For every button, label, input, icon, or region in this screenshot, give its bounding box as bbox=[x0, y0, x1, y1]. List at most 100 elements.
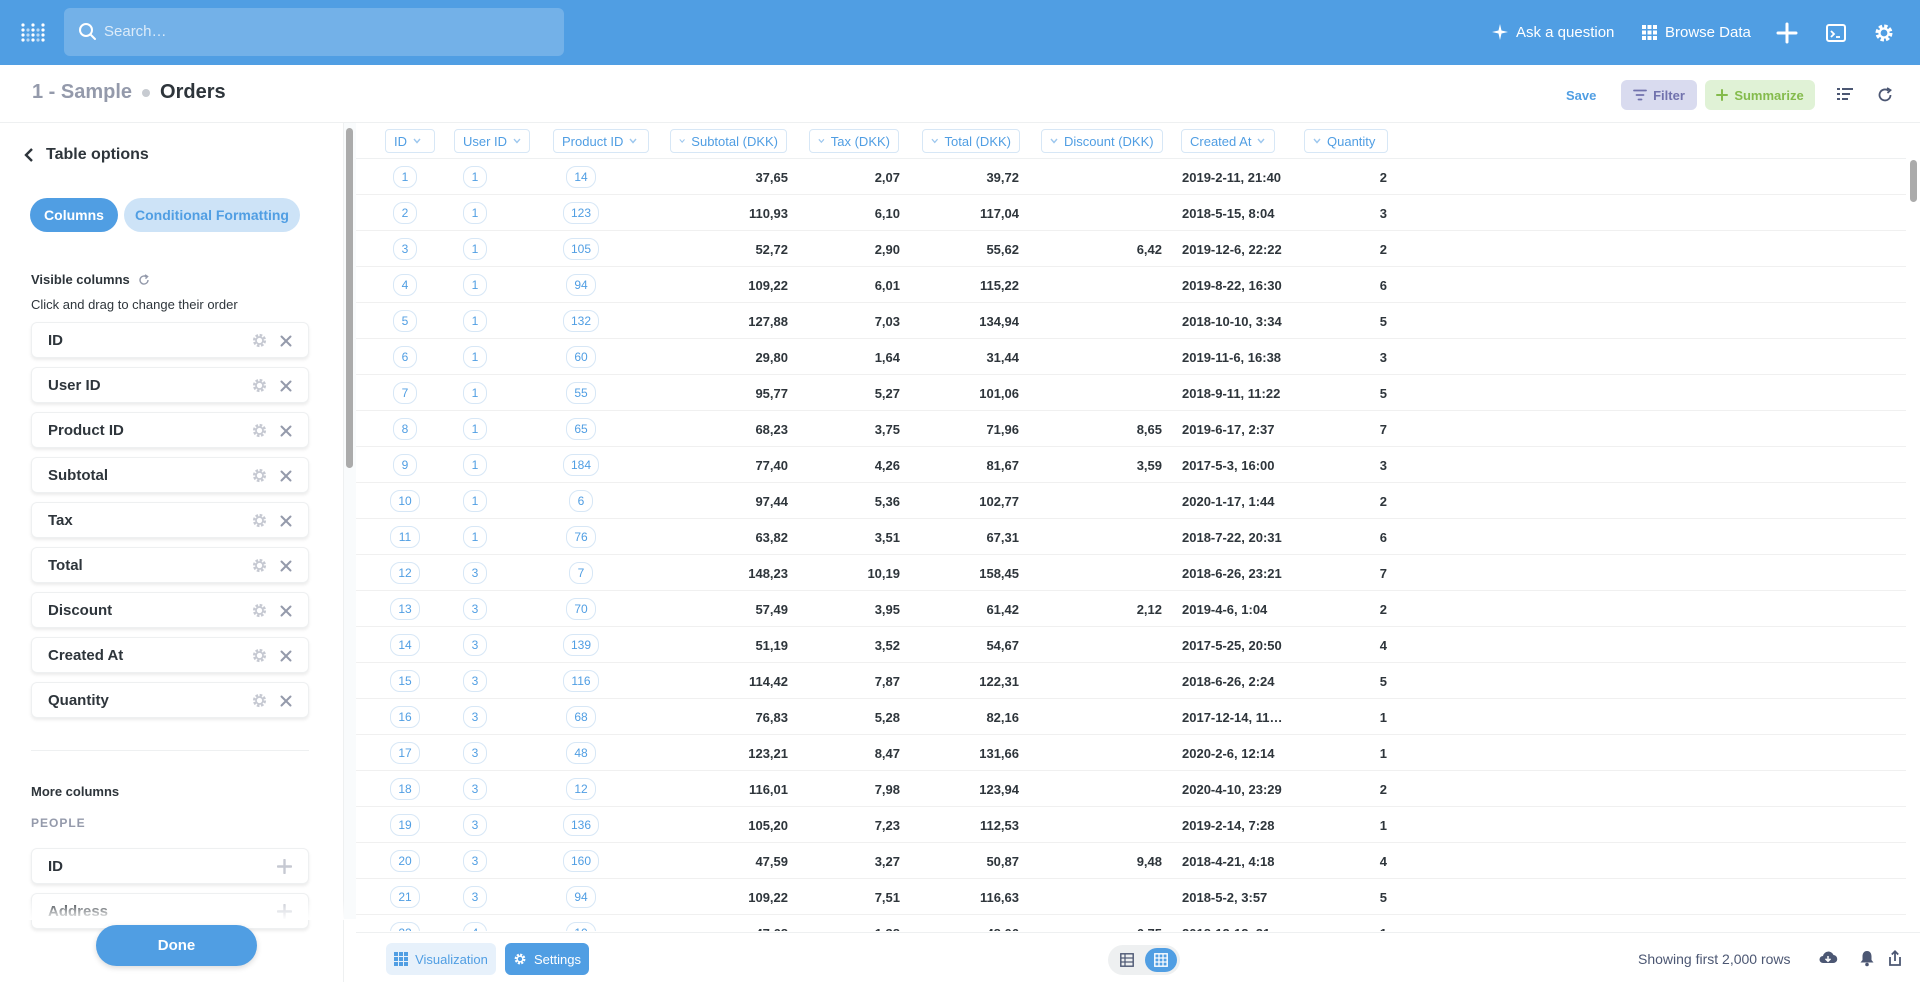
table-cell[interactable]: 12 bbox=[566, 771, 596, 807]
table-cell[interactable]: 50,87 bbox=[899, 843, 1019, 879]
fk-badge[interactable]: 1 bbox=[393, 166, 417, 188]
table-cell[interactable]: 3 bbox=[1267, 447, 1387, 483]
column-settings-button[interactable] bbox=[251, 422, 268, 444]
column-header[interactable]: User ID bbox=[454, 129, 530, 153]
fk-badge[interactable]: 160 bbox=[563, 850, 599, 872]
column-settings-button[interactable] bbox=[251, 332, 268, 354]
table-cell[interactable]: 3 bbox=[463, 699, 487, 735]
table-cell[interactable]: 105 bbox=[563, 231, 599, 267]
table-row[interactable]: 21 3 94 109,22 7,51 116,63 2018-5-2, 3:57 5 bbox=[356, 879, 1920, 915]
fk-badge[interactable]: 55 bbox=[566, 382, 596, 404]
fk-badge[interactable]: 3 bbox=[463, 562, 487, 584]
table-scrollbar-thumb[interactable] bbox=[1910, 160, 1917, 202]
refresh-icon[interactable] bbox=[1877, 87, 1893, 103]
fk-badge[interactable]: 7 bbox=[569, 562, 593, 584]
table-cell[interactable]: 48 bbox=[566, 735, 596, 771]
visible-column-item[interactable]: Product ID bbox=[31, 412, 309, 448]
table-cell[interactable]: 7,87 bbox=[780, 663, 900, 699]
fk-badge[interactable]: 7 bbox=[393, 382, 417, 404]
table-cell[interactable]: 110,93 bbox=[668, 195, 788, 231]
sql-editor-icon[interactable] bbox=[1825, 22, 1847, 44]
table-cell[interactable]: 68 bbox=[566, 699, 596, 735]
table-cell[interactable]: 122,31 bbox=[899, 663, 1019, 699]
table-cell[interactable]: 1 bbox=[1267, 915, 1387, 932]
table-cell[interactable]: 3 bbox=[463, 879, 487, 915]
visible-column-item[interactable]: Created At bbox=[31, 637, 309, 673]
tab-columns[interactable]: Columns bbox=[30, 198, 118, 232]
table-cell[interactable]: 52,72 bbox=[668, 231, 788, 267]
table-cell[interactable]: 3 bbox=[463, 555, 487, 591]
fk-badge[interactable]: 184 bbox=[563, 454, 599, 476]
fk-badge[interactable]: 1 bbox=[463, 490, 487, 512]
table-cell[interactable]: 5 bbox=[393, 303, 417, 339]
fk-badge[interactable]: 68 bbox=[566, 706, 596, 728]
table-cell[interactable]: 47,59 bbox=[668, 843, 788, 879]
table-cell[interactable] bbox=[1042, 483, 1162, 519]
table-cell[interactable]: 1 bbox=[463, 447, 487, 483]
table-cell[interactable]: 4,26 bbox=[780, 447, 900, 483]
remove-column-button[interactable] bbox=[280, 694, 292, 712]
fk-badge[interactable]: 3 bbox=[463, 814, 487, 836]
table-cell[interactable]: 3 bbox=[393, 231, 417, 267]
table-cell[interactable]: 10 bbox=[390, 483, 420, 519]
table-cell[interactable]: 116,01 bbox=[668, 771, 788, 807]
add-column-button[interactable] bbox=[276, 858, 293, 879]
table-cell[interactable]: 63,82 bbox=[668, 519, 788, 555]
fk-badge[interactable]: 136 bbox=[563, 814, 599, 836]
table-cell[interactable]: 76 bbox=[566, 519, 596, 555]
fk-badge[interactable]: 6 bbox=[569, 490, 593, 512]
table-cell[interactable]: 3 bbox=[463, 663, 487, 699]
visible-column-item[interactable]: Total bbox=[31, 547, 309, 583]
fk-badge[interactable]: 3 bbox=[463, 778, 487, 800]
table-cell[interactable]: 7,23 bbox=[780, 807, 900, 843]
table-row[interactable]: 10 1 6 97,44 5,36 102,77 2020-1-17, 1:44 2 bbox=[356, 483, 1920, 519]
table-cell[interactable]: 6 bbox=[393, 339, 417, 375]
table-cell[interactable]: 1 bbox=[1267, 699, 1387, 735]
table-cell[interactable]: 6,10 bbox=[780, 195, 900, 231]
table-cell[interactable]: 1 bbox=[463, 231, 487, 267]
fk-badge[interactable]: 3 bbox=[463, 706, 487, 728]
notebook-icon[interactable] bbox=[1837, 87, 1853, 101]
table-cell[interactable]: 1 bbox=[463, 303, 487, 339]
table-cell[interactable]: 3,51 bbox=[780, 519, 900, 555]
fk-badge[interactable]: 22 bbox=[390, 922, 420, 931]
table-cell[interactable]: 7 bbox=[569, 555, 593, 591]
column-settings-button[interactable] bbox=[251, 467, 268, 489]
table-cell[interactable]: 2 bbox=[1267, 231, 1387, 267]
save-button[interactable]: Save bbox=[1566, 80, 1596, 110]
table-cell[interactable]: 51,19 bbox=[668, 627, 788, 663]
table-cell[interactable]: 3 bbox=[1267, 195, 1387, 231]
table-cell[interactable]: 8,65 bbox=[1042, 411, 1162, 447]
table-cell[interactable]: 81,67 bbox=[899, 447, 1019, 483]
table-cell[interactable] bbox=[1042, 627, 1162, 663]
table-cell[interactable]: 2,90 bbox=[780, 231, 900, 267]
table-cell[interactable]: 9,48 bbox=[1042, 843, 1162, 879]
table-cell[interactable]: 5 bbox=[1267, 303, 1387, 339]
table-cell[interactable]: 6 bbox=[569, 483, 593, 519]
remove-column-button[interactable] bbox=[280, 604, 292, 622]
table-cell[interactable]: 31,44 bbox=[899, 339, 1019, 375]
table-cell[interactable] bbox=[1042, 699, 1162, 735]
table-cell[interactable]: 2 bbox=[1267, 483, 1387, 519]
table-row[interactable]: 12 3 7 148,23 10,19 158,45 2018-6-26, 23:21 7 bbox=[356, 555, 1920, 591]
fk-badge[interactable]: 132 bbox=[563, 310, 599, 332]
table-view-toggle[interactable] bbox=[1112, 948, 1142, 972]
table-row[interactable]: 8 1 65 68,23 3,75 71,96 8,65 2019-6-17, 2:37 7 bbox=[356, 411, 1920, 447]
fk-badge[interactable]: 94 bbox=[566, 886, 596, 908]
table-scrollbar[interactable] bbox=[1906, 156, 1920, 932]
table-cell[interactable]: 1 bbox=[463, 519, 487, 555]
table-cell[interactable]: 12 bbox=[390, 555, 420, 591]
table-cell[interactable]: 131,66 bbox=[899, 735, 1019, 771]
table-cell[interactable]: 37,65 bbox=[668, 159, 788, 195]
fk-badge[interactable]: 2 bbox=[393, 202, 417, 224]
table-cell[interactable]: 4 bbox=[393, 267, 417, 303]
remove-column-button[interactable] bbox=[280, 514, 292, 532]
table-cell[interactable]: 7,51 bbox=[780, 879, 900, 915]
tab-conditional-formatting[interactable]: Conditional Formatting bbox=[124, 198, 300, 232]
table-row[interactable]: 14 3 139 51,19 3,52 54,67 2017-5-25, 20:50 4 bbox=[356, 627, 1920, 663]
column-settings-button[interactable] bbox=[251, 692, 268, 714]
remove-column-button[interactable] bbox=[280, 469, 292, 487]
table-row[interactable]: 2 1 123 110,93 6,10 117,04 2018-5-15, 8:04 3 bbox=[356, 195, 1920, 231]
grid-view-toggle[interactable] bbox=[1145, 948, 1177, 972]
table-cell[interactable]: 11 bbox=[390, 519, 420, 555]
